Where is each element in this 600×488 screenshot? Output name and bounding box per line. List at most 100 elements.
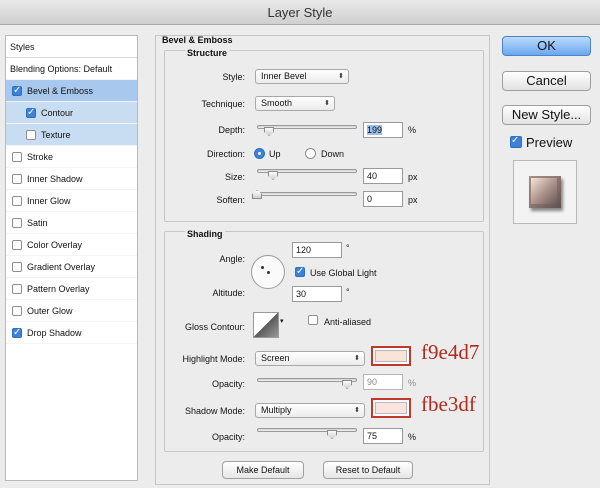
style-item-checkbox[interactable]	[12, 152, 22, 162]
style-item-stroke[interactable]: Stroke	[6, 146, 137, 168]
style-item-label: Outer Glow	[27, 306, 73, 316]
preview-label: Preview	[526, 135, 573, 150]
style-item-checkbox[interactable]	[26, 106, 36, 120]
style-item-inner-glow[interactable]: Inner Glow	[6, 190, 137, 212]
direction-up-radio[interactable]	[254, 148, 265, 159]
make-default-button[interactable]: Make Default	[222, 461, 304, 479]
size-slider-thumb[interactable]	[268, 171, 278, 180]
window-title: Layer Style	[0, 0, 600, 25]
technique-select[interactable]: Smooth ⬍	[255, 96, 335, 111]
angle-dial-center	[267, 271, 270, 274]
altitude-label: Altitude:	[212, 288, 245, 298]
highlight-opacity-input[interactable]: 90	[363, 374, 403, 390]
style-item-label: Satin	[27, 218, 48, 228]
styles-header[interactable]: Styles	[6, 36, 137, 58]
highlight-mode-label: Highlight Mode:	[182, 354, 245, 364]
use-global-light-checkbox[interactable]	[295, 265, 305, 279]
ok-button[interactable]: OK	[502, 36, 591, 56]
style-item-checkbox[interactable]	[12, 306, 22, 316]
depth-label: Depth:	[218, 125, 245, 135]
style-item-drop-shadow[interactable]: Drop Shadow	[6, 322, 137, 344]
style-item-checkbox[interactable]	[12, 218, 22, 228]
updown-arrows-icon: ⬍	[324, 99, 330, 107]
highlight-opacity-thumb[interactable]	[342, 380, 352, 389]
style-item-checkbox[interactable]	[12, 84, 22, 98]
direction-down-radio[interactable]	[305, 148, 316, 159]
highlight-mode-select[interactable]: Screen ⬍	[255, 351, 365, 366]
altitude-unit: °	[346, 287, 350, 297]
style-item-checkbox[interactable]	[12, 196, 22, 206]
shadow-color-swatch[interactable]	[371, 398, 411, 418]
structure-group: Structure Style: Inner Bevel ⬍ Technique…	[164, 48, 484, 222]
style-select[interactable]: Inner Bevel ⬍	[255, 69, 349, 84]
style-item-label: Pattern Overlay	[27, 284, 90, 294]
soften-input[interactable]: 0	[363, 191, 403, 207]
style-item-texture[interactable]: Texture	[6, 124, 137, 146]
shadow-opacity-unit: %	[408, 432, 417, 442]
gloss-contour-picker[interactable]	[253, 312, 279, 338]
shadow-color-annotation: fbe3df	[421, 392, 476, 416]
preview-checkbox[interactable]	[510, 134, 522, 148]
cancel-button[interactable]: Cancel	[502, 71, 591, 91]
style-select-value: Inner Bevel	[261, 71, 307, 81]
anti-aliased-checkbox[interactable]	[308, 315, 318, 325]
chevron-down-icon[interactable]: ▾	[280, 317, 284, 325]
size-input[interactable]: 40	[363, 168, 403, 184]
shadow-opacity-input[interactable]: 75	[363, 428, 403, 444]
style-item-checkbox[interactable]	[12, 284, 22, 294]
reset-to-default-button[interactable]: Reset to Default	[323, 461, 413, 479]
style-item-label: Drop Shadow	[27, 328, 82, 338]
angle-dial[interactable]	[251, 255, 285, 289]
style-item-blending-options-default[interactable]: Blending Options: Default	[6, 58, 137, 80]
shadow-opacity-thumb[interactable]	[327, 430, 337, 439]
depth-slider-thumb[interactable]	[264, 127, 274, 136]
highlight-opacity-label: Opacity:	[211, 379, 245, 389]
soften-unit: px	[408, 195, 418, 205]
gloss-contour-label: Gloss Contour:	[184, 322, 245, 332]
style-item-gradient-overlay[interactable]: Gradient Overlay	[6, 256, 137, 278]
style-label: Style:	[222, 72, 245, 82]
style-item-checkbox[interactable]	[12, 262, 22, 272]
style-item-label: Texture	[41, 130, 71, 140]
highlight-color-swatch[interactable]	[371, 346, 411, 366]
style-item-label: Color Overlay	[27, 240, 83, 250]
depth-input[interactable]: 199	[363, 122, 403, 138]
style-item-checkbox[interactable]	[12, 174, 22, 184]
bevel-emboss-panel: Bevel & Emboss Structure Style: Inner Be…	[155, 35, 490, 485]
soften-slider[interactable]	[257, 192, 357, 196]
style-item-contour[interactable]: Contour	[6, 102, 137, 124]
direction-down-label: Down	[321, 149, 345, 159]
style-item-pattern-overlay[interactable]: Pattern Overlay	[6, 278, 137, 300]
highlight-opacity-unit: %	[408, 378, 417, 388]
style-item-label: Contour	[41, 108, 74, 118]
angle-input[interactable]: 120	[292, 242, 342, 258]
technique-select-value: Smooth	[261, 98, 293, 108]
style-item-satin[interactable]: Satin	[6, 212, 137, 234]
style-item-color-overlay[interactable]: Color Overlay	[6, 234, 137, 256]
new-style-button[interactable]: New Style...	[502, 105, 591, 125]
styles-list: Styles Blending Options: Default Bevel & …	[5, 35, 138, 481]
updown-arrows-icon: ⬍	[354, 354, 360, 362]
use-global-light-label: Use Global Light	[310, 268, 377, 278]
shadow-opacity-slider[interactable]	[257, 428, 357, 432]
highlight-color-annotation: f9e4d7	[421, 340, 480, 364]
style-item-label: Bevel & Emboss	[27, 86, 94, 96]
preview-toggle[interactable]: Preview	[510, 134, 573, 150]
style-item-checkbox[interactable]	[26, 130, 36, 140]
direction-up-label: Up	[269, 149, 281, 159]
style-item-inner-shadow[interactable]: Inner Shadow	[6, 168, 137, 190]
anti-aliased-label: Anti-aliased	[324, 317, 372, 327]
preview-swatch	[529, 176, 561, 208]
direction-label: Direction:	[206, 149, 245, 159]
style-item-checkbox[interactable]	[12, 240, 22, 250]
highlight-color-fill	[375, 350, 407, 362]
shadow-mode-select[interactable]: Multiply ⬍	[255, 403, 365, 418]
soften-label: Soften:	[216, 195, 245, 205]
style-item-outer-glow[interactable]: Outer Glow	[6, 300, 137, 322]
style-item-checkbox[interactable]	[12, 326, 22, 340]
style-item-bevel-emboss[interactable]: Bevel & Emboss	[6, 80, 137, 102]
updown-arrows-icon: ⬍	[354, 406, 360, 414]
depth-unit: %	[408, 125, 417, 135]
altitude-input[interactable]: 30	[292, 286, 342, 302]
shadow-mode-value: Multiply	[261, 405, 292, 415]
